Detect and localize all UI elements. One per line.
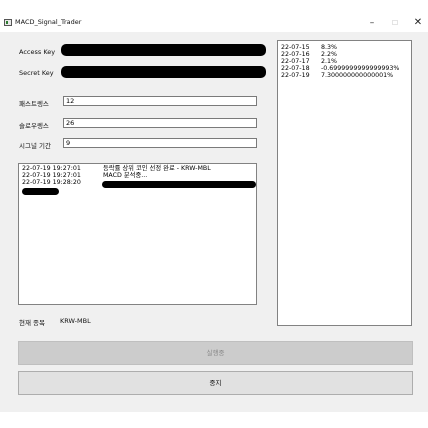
minimize-button[interactable]: – [361, 14, 383, 32]
slow-length-label: 슬로우렝스 [19, 122, 49, 130]
redacted-log-text [102, 181, 256, 188]
signal-period-label: 시그널 기간 [19, 142, 51, 150]
window-title: MACD_Signal_Trader [15, 18, 82, 26]
log-time: 22-07-19 19:28:20 [22, 179, 81, 186]
profit-value: 8.3% [321, 44, 337, 51]
profit-date: 22-07-16 [281, 51, 310, 58]
profit-value: 7.300000000000001% [321, 72, 394, 79]
profit-list[interactable]: 22-07-15 8.3% 22-07-16 2.2% 22-07-17 2.1… [277, 40, 412, 326]
maximize-button[interactable]: ☐ [384, 14, 406, 32]
stop-button[interactable]: 중지 [18, 371, 413, 395]
profit-date: 22-07-17 [281, 58, 310, 65]
main-panel: Access Key Secret Key 패스트렝스 12 슬로우렝스 26 … [0, 32, 428, 412]
access-key-label: Access Key [19, 48, 56, 56]
run-button[interactable]: 실행중 [18, 341, 413, 365]
current-ticker-label: 현재 종목 [19, 319, 45, 327]
secret-key-input[interactable] [61, 66, 266, 78]
close-button[interactable]: ✕ [407, 14, 428, 32]
signal-period-input[interactable]: 9 [63, 138, 257, 148]
profit-date: 22-07-19 [281, 72, 310, 79]
app-icon [4, 19, 12, 26]
profit-value: -0.6999999999999993% [321, 65, 400, 72]
fast-length-input[interactable]: 12 [63, 96, 257, 106]
secret-key-label: Secret Key [19, 69, 54, 77]
profit-value: 2.1% [321, 58, 337, 65]
redacted-log-text [22, 188, 59, 195]
fast-length-label: 패스트렝스 [19, 100, 49, 108]
profit-date: 22-07-15 [281, 44, 310, 51]
log-list[interactable]: 22-07-19 19:27:01 등락률 상위 코인 선정 완료 - KRW-… [18, 163, 257, 305]
profit-value: 2.2% [321, 51, 337, 58]
title-bar[interactable]: MACD_Signal_Trader – ☐ ✕ [0, 14, 428, 32]
current-ticker-value: KRW-MBL [60, 317, 91, 325]
profit-date: 22-07-18 [281, 65, 310, 72]
slow-length-input[interactable]: 26 [63, 118, 257, 128]
access-key-input[interactable] [61, 44, 266, 56]
